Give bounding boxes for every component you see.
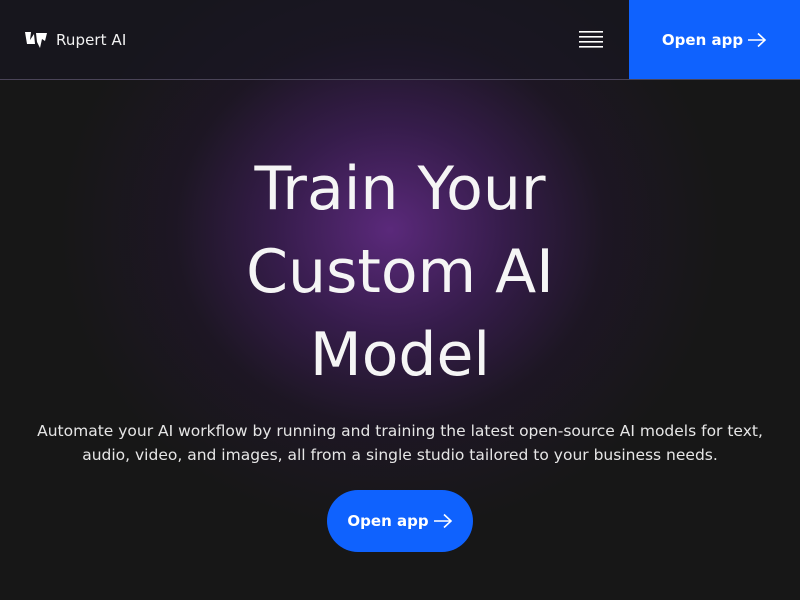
hamburger-menu-icon	[579, 28, 603, 52]
header-open-app-label: Open app	[661, 30, 744, 49]
arrow-right-icon	[747, 32, 767, 48]
hero-open-app-label: Open app	[347, 512, 429, 530]
arrow-right-icon	[433, 513, 453, 529]
menu-button[interactable]	[576, 26, 606, 54]
rupert-logo-icon	[24, 30, 48, 50]
site-header: Rupert AI Open app	[0, 0, 800, 80]
header-open-app-button[interactable]: Open app	[629, 0, 800, 79]
brand-name: Rupert AI	[56, 31, 127, 49]
hero-title: Train Your Custom AI Model	[246, 154, 554, 390]
hero-subtitle: Automate your AI workflow by running and…	[37, 422, 763, 464]
brand-logo[interactable]: Rupert AI	[24, 28, 126, 52]
hero-open-app-button[interactable]: Open app	[327, 490, 473, 552]
